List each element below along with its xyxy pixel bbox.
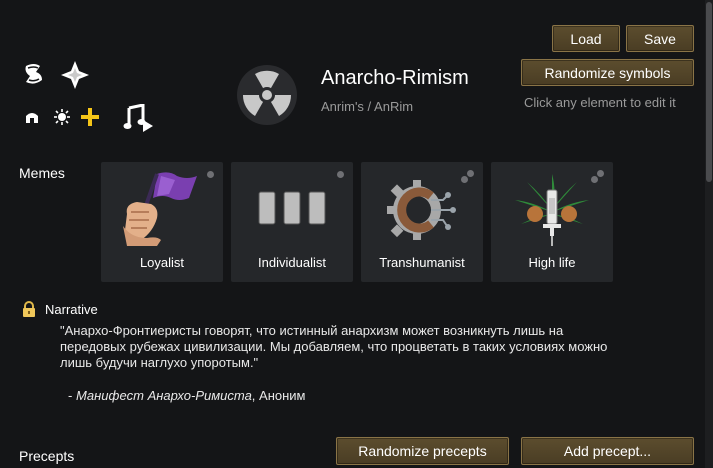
edit-hint: Click any element to edit it	[524, 95, 676, 110]
ideology-title[interactable]: Anarcho-Rimism	[321, 67, 469, 90]
attribution-author: , Аноним	[251, 388, 306, 403]
building-icon[interactable]	[24, 109, 40, 125]
meme-indicator-dot	[337, 171, 344, 178]
narrative-label: Narrative	[45, 302, 98, 317]
randomize-symbols-button[interactable]: Randomize symbols	[521, 59, 694, 86]
meme-card-transhumanist[interactable]: Transhumanist	[361, 162, 483, 282]
scrollbar-track[interactable]	[705, 0, 713, 468]
narrative-text-line[interactable]: передовых рубежах цивилизации. Мы добавл…	[60, 339, 607, 355]
gear-c-icon	[385, 176, 459, 246]
attribution-prefix: -	[68, 388, 76, 403]
star-emblem-icon[interactable]	[59, 59, 91, 91]
narrative-attribution: - Манифест Анархо-Римиста, Аноним	[68, 388, 305, 403]
ideology-symbol-icon[interactable]	[236, 64, 298, 126]
meme-indicator-dot	[467, 170, 474, 177]
meme-indicator-dot	[207, 171, 214, 178]
meme-label: Individualist	[258, 255, 326, 270]
load-button[interactable]: Load	[552, 25, 620, 52]
three-bars-icon	[257, 188, 327, 228]
add-precept-button[interactable]: Add precept...	[521, 437, 694, 465]
flag-fist-icon	[117, 168, 201, 248]
meme-card-high-life[interactable]: High life	[491, 162, 613, 282]
sun-icon[interactable]	[53, 108, 71, 126]
meme-indicator-dot	[597, 170, 604, 177]
add-plus-icon[interactable]	[80, 107, 100, 127]
meme-label: Transhumanist	[379, 255, 465, 270]
scrollbar-thumb[interactable]	[706, 2, 712, 182]
leaf-syringe-icon	[513, 172, 591, 248]
ideology-subtitle[interactable]: Anrim's / AnRim	[321, 99, 413, 114]
meme-label: High life	[528, 255, 576, 270]
attribution-title: Манифест Анархо-Римиста	[75, 388, 252, 403]
memes-label: Memes	[19, 165, 65, 181]
narrative-text-line[interactable]: лишь будучи наглухо упоротым."	[60, 355, 258, 371]
meme-label: Loyalist	[139, 255, 185, 270]
meme-indicator-dot	[591, 176, 598, 183]
music-play-icon[interactable]	[123, 103, 155, 134]
meme-card-loyalist[interactable]: Loyalist	[101, 162, 223, 282]
meme-indicator-dot	[461, 176, 468, 183]
save-button[interactable]: Save	[626, 25, 694, 52]
meme-card-individualist[interactable]: Individualist	[231, 162, 353, 282]
precepts-label: Precepts	[19, 448, 75, 464]
lock-icon[interactable]	[22, 301, 36, 317]
narrative-text-line[interactable]: "Анархо-Фронтиеристы говорят, что истинн…	[60, 323, 563, 339]
scroll-icon[interactable]	[20, 60, 48, 88]
randomize-precepts-button[interactable]: Randomize precepts	[336, 437, 509, 465]
